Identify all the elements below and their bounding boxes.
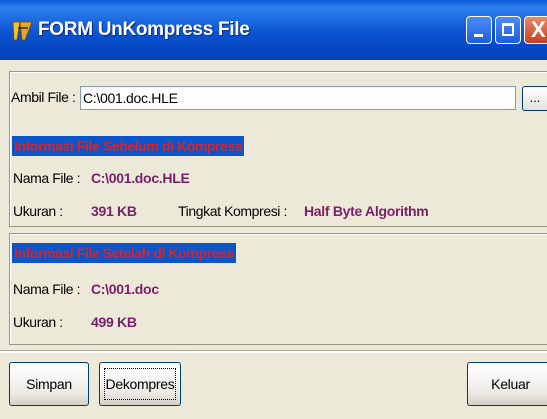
before-name-value: C:\001.doc.HLE: [91, 170, 190, 186]
button-bar-divider: [0, 350, 547, 353]
after-section-heading: Informasi File Setelah di Kompress: [12, 243, 236, 263]
title-bar[interactable]: FORM UnKompress File X: [0, 0, 547, 60]
maximize-button[interactable]: [495, 16, 521, 44]
minimize-icon: [474, 34, 483, 37]
close-button[interactable]: X: [524, 16, 547, 44]
save-button[interactable]: Simpan: [9, 362, 89, 406]
close-icon: X: [531, 17, 546, 42]
after-size-value: 499 KB: [91, 314, 137, 330]
before-size-value: 391 KB: [91, 203, 137, 219]
app-logo-icon: [12, 21, 33, 41]
window-title: FORM UnKompress File: [38, 19, 250, 40]
app-window: FORM UnKompress File X Ambil File : C:\0…: [0, 0, 547, 419]
after-size-label: Ukuran :: [13, 314, 63, 330]
decompress-button[interactable]: Dekompres: [99, 362, 181, 406]
before-size-label: Ukuran :: [13, 203, 63, 219]
minimize-button[interactable]: [466, 16, 492, 44]
before-section-heading: Informasi File Sebelum di Kompress: [12, 136, 245, 156]
compression-level-label: Tingkat Kompresi :: [178, 203, 287, 219]
before-name-label: Nama File :: [13, 170, 81, 186]
focus-indicator: [104, 368, 176, 400]
after-name-label: Nama File :: [13, 281, 81, 297]
maximize-icon: [502, 23, 514, 36]
compression-level-value: Half Byte Algorithm: [304, 203, 429, 219]
exit-button[interactable]: Keluar: [467, 362, 547, 406]
after-name-value: C:\001.doc: [91, 281, 159, 297]
